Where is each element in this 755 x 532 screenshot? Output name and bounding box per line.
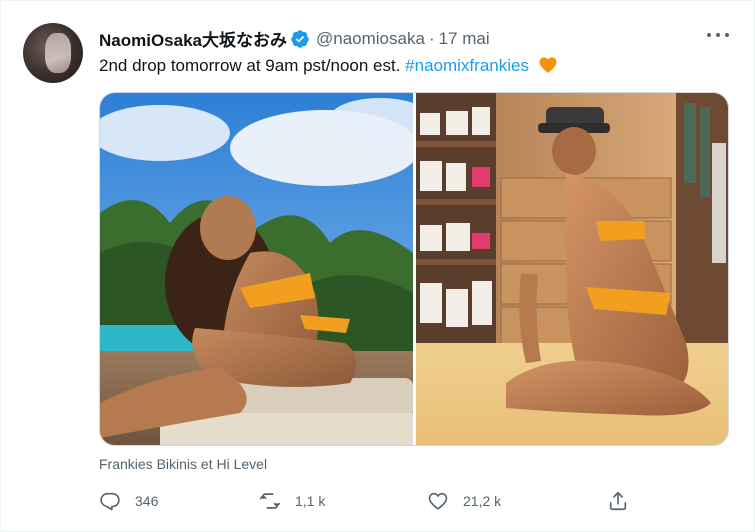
like-count: 21,2 k	[463, 493, 502, 509]
reply-button[interactable]: 346	[99, 487, 158, 515]
reply-count: 346	[135, 493, 159, 509]
heart-icon	[428, 492, 448, 510]
retweet-icon	[259, 493, 281, 509]
tweet-header: NaomiOsaka大坂なおみ @naomiosaka · 17 mai	[99, 26, 490, 51]
hashtag-link[interactable]: #naomixfrankies	[405, 56, 529, 75]
media-grid[interactable]	[99, 92, 729, 446]
separator-dot: ·	[428, 28, 435, 48]
tweet-card[interactable]: NaomiOsaka大坂なおみ @naomiosaka · 17 mai 2nd…	[0, 0, 755, 532]
retweet-button[interactable]: 1,1 k	[259, 487, 325, 515]
tweet-text: 2nd drop tomorrow at 9am pst/noon est. #…	[99, 55, 558, 76]
media-caption[interactable]: Frankies Bikinis et Hi Level	[99, 456, 267, 472]
share-button[interactable]	[607, 487, 629, 515]
tweet-actions: 346 1,1 k 21,2 k	[99, 487, 639, 515]
tweet-body: 2nd drop tomorrow at 9am pst/noon est.	[99, 56, 406, 75]
orange-heart-icon	[539, 57, 557, 73]
more-icon[interactable]	[707, 27, 729, 43]
verified-badge-icon	[291, 29, 309, 48]
reply-icon	[100, 492, 120, 511]
photo-closet[interactable]	[416, 93, 728, 445]
retweet-count: 1,1 k	[295, 493, 326, 509]
avatar[interactable]	[23, 23, 83, 83]
photo-closet-image	[416, 93, 728, 445]
author-handle[interactable]: @naomiosaka	[316, 29, 425, 49]
tweet-date[interactable]: 17 mai	[439, 29, 490, 49]
photo-beach[interactable]	[100, 93, 413, 445]
like-button[interactable]: 21,2 k	[427, 487, 501, 515]
share-icon	[609, 491, 627, 511]
author-name[interactable]: NaomiOsaka大坂なおみ	[99, 26, 287, 51]
photo-beach-image	[100, 93, 413, 445]
